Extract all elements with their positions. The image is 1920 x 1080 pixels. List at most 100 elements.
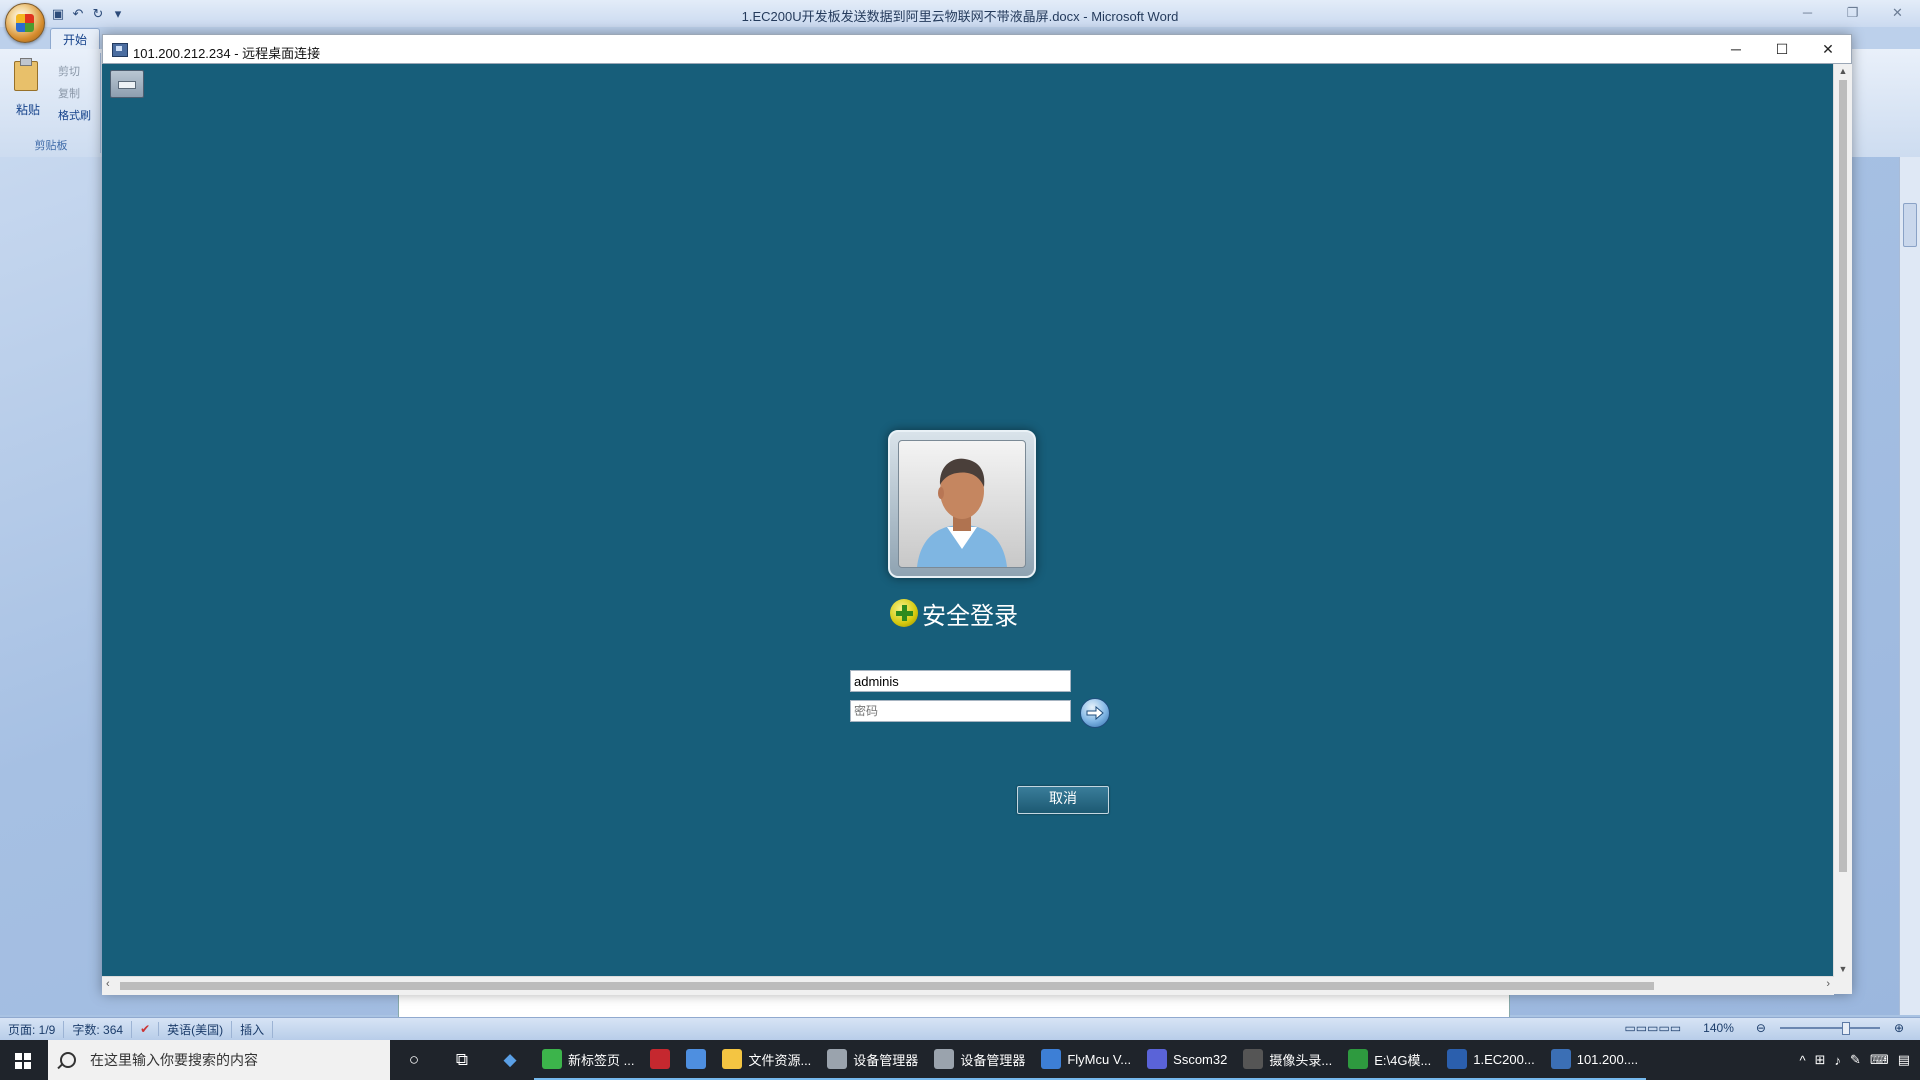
paste-icon[interactable]: [14, 58, 38, 91]
status-page[interactable]: 页面: 1/9: [0, 1020, 65, 1038]
search-placeholder: 在这里输入你要搜索的内容: [90, 1052, 258, 1068]
taskbar-app[interactable]: 设备管理器: [819, 1040, 927, 1080]
app-label: 1.EC200...: [1473, 1051, 1535, 1067]
start-button[interactable]: [0, 1040, 48, 1080]
office-logo-icon: [16, 14, 34, 32]
taskbar-apps: 新标签页 ... 文件资源... 设备管理器 设备管理器 FlyMcu V... Ssco…: [534, 1040, 1647, 1080]
rdp-vertical-scrollbar[interactable]: ▲ ▼: [1833, 64, 1852, 976]
login-title: 安全登录: [922, 601, 1018, 630]
app-icon: [827, 1049, 848, 1069]
search-icon: [60, 1052, 76, 1068]
scroll-corner: [1834, 976, 1852, 994]
system-tray: ^ ⊞ ♪ ✎ ⌨ ▤: [1800, 1052, 1920, 1068]
user-avatar-icon: [917, 458, 1007, 567]
scroll-right-icon[interactable]: ›: [1826, 978, 1830, 990]
paste-button[interactable]: 粘贴: [16, 101, 40, 118]
app-icon: [1447, 1049, 1468, 1069]
taskbar-app[interactable]: FlyMcu V...: [1033, 1040, 1140, 1080]
rdp-window-title: 101.200.212.234 - 远程桌面连接: [133, 46, 321, 61]
user-avatar-frame: [888, 430, 1036, 578]
pinned-app-icon[interactable]: ◆: [486, 1040, 534, 1080]
pen-icon[interactable]: ✎: [1850, 1052, 1861, 1068]
spell-check-icon[interactable]: ✔: [132, 1022, 160, 1036]
app-label: 设备管理器: [853, 1052, 919, 1068]
app-icon: [722, 1049, 743, 1069]
keyboard-menu-button[interactable]: [110, 70, 144, 98]
word-window-title: 1.EC200U开发板发送数据到阿里云物联网不带液晶屏.docx - Micro…: [741, 9, 1179, 24]
app-icon: [1243, 1049, 1264, 1069]
maximize-icon[interactable]: ☐: [1759, 35, 1805, 63]
taskbar-app[interactable]: 101.200....: [1542, 1040, 1647, 1080]
taskbar-app[interactable]: 1.EC200...: [1439, 1040, 1543, 1080]
cortana-icon[interactable]: ○: [390, 1040, 438, 1080]
taskbar-app[interactable]: 摄像头录...: [1235, 1040, 1341, 1080]
word-vertical-scrollbar[interactable]: [1899, 157, 1920, 1015]
scroll-left-icon[interactable]: ‹: [106, 978, 110, 990]
app-label: FlyMcu V...: [1067, 1051, 1132, 1067]
app-icon: [686, 1049, 707, 1069]
notification-icon[interactable]: ▤: [1898, 1052, 1910, 1068]
app-icon: [650, 1049, 671, 1069]
app-label: 设备管理器: [960, 1052, 1026, 1068]
volume-icon[interactable]: ♪: [1835, 1053, 1842, 1068]
app-icon: [1550, 1049, 1571, 1069]
minimize-icon[interactable]: ─: [1713, 35, 1759, 63]
scroll-up-icon[interactable]: ▲: [1834, 66, 1852, 76]
taskbar-app[interactable]: [678, 1040, 715, 1080]
scroll-down-icon[interactable]: ▼: [1834, 964, 1852, 974]
clipboard-group-label: 剪贴板: [34, 140, 68, 152]
taskbar-search[interactable]: 在这里输入你要搜索的内容: [48, 1040, 390, 1080]
restore-icon[interactable]: ❐: [1830, 0, 1875, 27]
username-input[interactable]: [850, 670, 1071, 692]
taskbar-app[interactable]: 设备管理器: [926, 1040, 1034, 1080]
word-window-controls: ─ ❐ ✕: [1785, 0, 1920, 27]
copy-button[interactable]: 复制: [58, 85, 80, 101]
status-word-count[interactable]: 字数: 364: [64, 1020, 133, 1038]
chevron-up-icon[interactable]: ^: [1800, 1053, 1806, 1068]
app-icon: [934, 1049, 955, 1069]
view-layout-icons[interactable]: ▭▭▭▭▭: [1616, 1021, 1689, 1035]
zoom-out-icon[interactable]: ⊖: [1748, 1021, 1774, 1035]
app-label: 文件资源...: [748, 1052, 812, 1068]
scroll-thumb[interactable]: [1839, 80, 1847, 872]
zoom-in-icon[interactable]: ⊕: [1886, 1021, 1912, 1035]
tab-home[interactable]: 开始: [50, 28, 101, 50]
task-view-icon[interactable]: ⧉: [438, 1040, 486, 1080]
format-painter-button[interactable]: 格式刷: [58, 107, 91, 123]
plus-shield-icon: [890, 599, 918, 627]
taskbar-app[interactable]: E:\4G模...: [1340, 1040, 1440, 1080]
cut-button[interactable]: 剪切: [58, 63, 80, 79]
office-button[interactable]: [5, 3, 45, 43]
submit-arrow-button[interactable]: [1080, 698, 1110, 728]
taskbar-app[interactable]: Sscom32: [1139, 1040, 1236, 1080]
taskbar: 在这里输入你要搜索的内容 ○ ⧉ ◆ 新标签页 ... 文件资源... 设备管理器 设…: [0, 1040, 1920, 1080]
zoom-slider[interactable]: [1779, 1022, 1880, 1035]
taskbar-app[interactable]: [642, 1040, 679, 1080]
arrow-right-icon: [1086, 705, 1104, 721]
app-label: 新标签页 ...: [568, 1052, 635, 1068]
scroll-thumb[interactable]: [1903, 203, 1917, 247]
app-icon: [1147, 1049, 1168, 1069]
status-language[interactable]: 英语(美国): [159, 1020, 233, 1038]
minimize-icon[interactable]: ─: [1785, 0, 1830, 27]
app-icon: [542, 1049, 562, 1069]
cancel-button[interactable]: 取消: [1017, 786, 1109, 814]
status-insert-mode[interactable]: 插入: [232, 1020, 274, 1038]
app-icon: [1348, 1049, 1369, 1069]
taskbar-app[interactable]: 新标签页 ...: [534, 1040, 643, 1080]
app-label: Sscom32: [1173, 1051, 1228, 1067]
app-label: 摄像头录...: [1269, 1052, 1333, 1068]
clipboard-group: 粘贴 剪切 复制 格式刷 剪贴板: [2, 53, 101, 153]
app-label: 101.200....: [1576, 1051, 1639, 1067]
taskbar-app[interactable]: 文件资源...: [714, 1040, 820, 1080]
zoom-level[interactable]: 140%: [1695, 1021, 1742, 1035]
close-icon[interactable]: ✕: [1805, 35, 1851, 63]
scroll-thumb[interactable]: [120, 982, 1654, 990]
rdp-titlebar: 101.200.212.234 - 远程桌面连接 ─ ☐ ✕: [102, 34, 1852, 64]
avatar: [898, 440, 1026, 568]
password-input[interactable]: [850, 700, 1071, 722]
rdp-horizontal-scrollbar[interactable]: ‹ ›: [102, 976, 1834, 995]
close-icon[interactable]: ✕: [1875, 0, 1920, 27]
network-icon[interactable]: ⊞: [1815, 1052, 1826, 1068]
keyboard-icon[interactable]: ⌨: [1870, 1052, 1889, 1068]
